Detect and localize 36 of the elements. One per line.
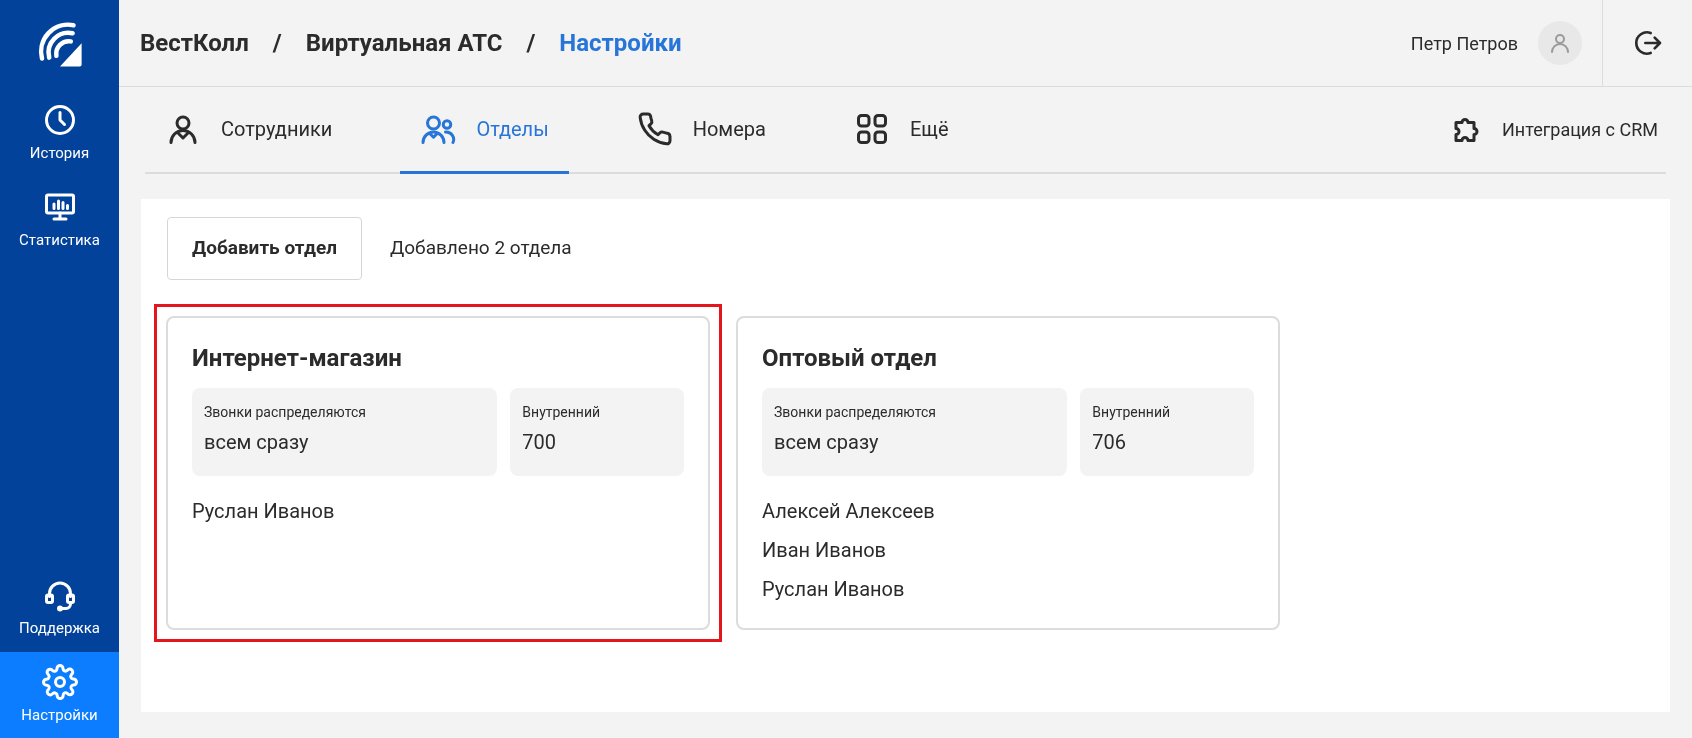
tab[interactable]: Номера: [616, 87, 786, 174]
sidebar-item[interactable]: Статистика: [0, 176, 119, 263]
department-name: Оптовый отдел: [762, 343, 938, 374]
tab[interactable]: Сотрудники: [145, 87, 353, 174]
breadcrumb-separator: /: [272, 28, 282, 59]
breadcrumb-link[interactable]: Настройки: [559, 25, 682, 61]
field-label: Звонки распределяются: [774, 403, 937, 422]
department-count: Добавлено 2 отдела: [390, 235, 572, 262]
member-name: Руслан Иванов: [762, 576, 906, 603]
tab[interactable]: Ещё: [833, 87, 969, 174]
sidebar-item[interactable]: История: [0, 90, 119, 177]
phone-icon: [636, 111, 673, 147]
field-value: всем сразу: [204, 429, 310, 456]
person-icon: [1548, 31, 1572, 55]
breadcrumb-link[interactable]: ВестКолл: [140, 25, 249, 61]
breadcrumb-link[interactable]: Виртуальная АТС: [305, 25, 503, 61]
tab[interactable]: Отделы: [400, 87, 569, 174]
member-name: Руслан Иванов: [192, 498, 336, 525]
sidebar-item[interactable]: Настройки: [0, 651, 119, 738]
member-name: Алексей Алексеев: [762, 498, 936, 525]
settings-icon: [41, 663, 78, 700]
field-value: всем сразу: [774, 429, 880, 456]
user-name: Петр Петров: [1410, 31, 1518, 56]
add-department-button[interactable]: Добавить отдел: [167, 217, 362, 280]
department-name: Интернет-магазин: [192, 343, 403, 374]
field-label: Внутренний: [522, 403, 602, 422]
sidebar-item[interactable]: Поддержка: [0, 565, 119, 652]
field-value: 706: [1092, 429, 1128, 456]
department-card[interactable]: Оптовый отдел Звонки распределяются всем сразу Внутренний 706 Алексей Алексеев Иван Иванов Руслан Иванов: [736, 316, 1280, 630]
department-card[interactable]: Интернет-магазин Звонки распределяются всем сразу Внутренний 700 Руслан Иванов: [166, 316, 710, 630]
field-value: 700: [522, 429, 558, 456]
field-label: Звонки распределяются: [204, 403, 367, 422]
member-name: Иван Иванов: [762, 537, 888, 564]
field-label: Внутренний: [1092, 403, 1172, 422]
crm-integration-link[interactable]: Интеграция с CRM: [1450, 87, 1666, 172]
breadcrumb-separator: /: [526, 28, 536, 59]
